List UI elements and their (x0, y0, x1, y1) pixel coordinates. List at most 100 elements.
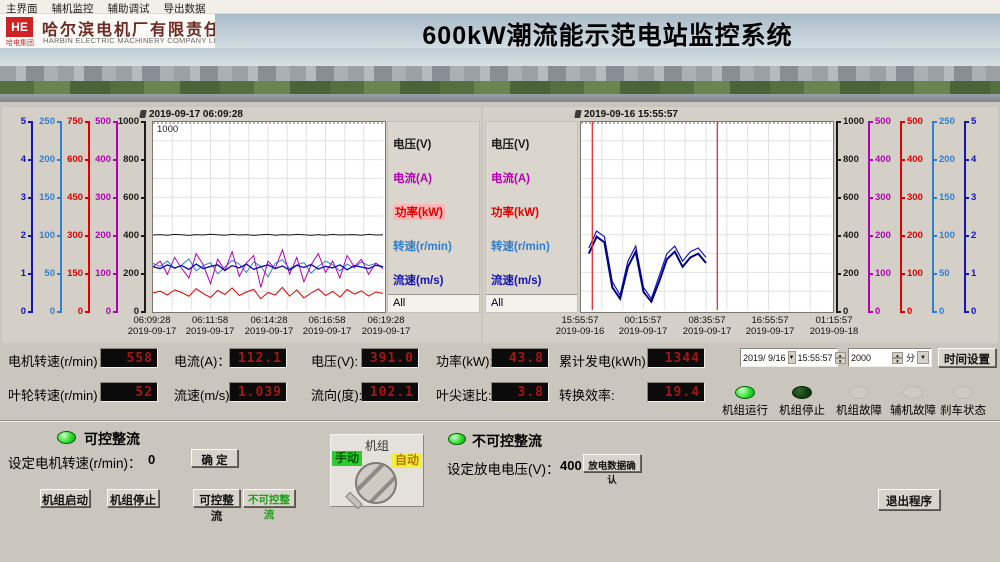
axis-tick-label: 0 (907, 306, 912, 317)
legend-item[interactable]: 电压(V) (393, 136, 431, 152)
readout-label: 电压(V): (311, 351, 358, 370)
chevron-down-icon[interactable]: ▼ (788, 351, 796, 364)
readout-label: 转换效率: (559, 385, 615, 404)
legend-all-button[interactable]: All (388, 294, 479, 312)
axis-tick-label: 0 (106, 306, 111, 317)
set-speed-value[interactable]: 0 (148, 452, 155, 467)
datetime-picker[interactable]: 2019/ 9/16 ▼ 15:55:57 ▲▼ (740, 348, 838, 367)
axis-tick-label: 200 (843, 268, 859, 279)
axis-tick-label: 250 (39, 116, 55, 127)
uncontrolled-rectifier-label: 不可控整流 (472, 431, 542, 451)
readout-label: 功率(kW): (436, 351, 493, 370)
axis-tick-label: 1000 (118, 116, 139, 127)
axis-tick-label: 500 (907, 116, 923, 127)
axis-tick (964, 197, 969, 199)
company-name-en: HARBIN ELECTRIC MACHINERY COMPANY LIMITE… (43, 36, 241, 45)
axis-tick (900, 311, 905, 313)
axis-tick-label: 600 (67, 154, 83, 165)
realtime-plot-area[interactable] (152, 121, 386, 313)
y-axis-rotation-speed: 250200150100500 (33, 121, 63, 313)
axis-tick-label: 300 (907, 192, 923, 203)
spin-down-icon[interactable]: ▼ (835, 358, 846, 364)
status-lamp-group: 机组停止 (779, 386, 825, 418)
legend-item[interactable]: 转速(r/min) (491, 238, 550, 254)
axis-tick-label: 200 (875, 230, 891, 241)
time-value[interactable]: 15:55:57 (798, 353, 833, 363)
controlled-rectifier-button[interactable]: 可控整流 (193, 489, 240, 507)
main-area: 2019-09-17 06:09:28 1000 电压(V)电流(A)功率(kW… (0, 102, 1000, 562)
legend-item[interactable]: 电压(V) (491, 136, 529, 152)
readout-led-display: 558 (100, 348, 158, 368)
status-lamp-group: 机组运行 (722, 386, 768, 418)
chart-cursor-timestamp: 2019-09-17 06:09:28 (140, 109, 243, 120)
axis-line (144, 121, 146, 313)
history-plot-area[interactable] (580, 121, 834, 313)
unit-mode-knob[interactable] (355, 462, 397, 504)
discharge-confirm-button[interactable]: 放电数据确认 (583, 454, 641, 472)
axis-tick-label: 100 (875, 268, 891, 279)
axis-tick (932, 121, 937, 123)
axis-tick-label: 5 (21, 116, 26, 127)
unit-start-button[interactable]: 机组启动 (40, 489, 90, 507)
legend-item[interactable]: 流速(m/s) (491, 272, 541, 288)
axis-tick-label: 100 (95, 268, 111, 279)
y-axis-rotation-speed: 250200150100500 (931, 121, 961, 313)
legend-item[interactable]: 转速(r/min) (393, 238, 452, 254)
readout-label: 流速(m/s): (174, 385, 233, 404)
axis-tick (836, 273, 841, 275)
legend-item[interactable]: 流速(m/s) (393, 272, 443, 288)
uncontrolled-rectifier-button[interactable]: 不可控整流 (243, 489, 295, 507)
axis-tick-label: 1 (971, 268, 976, 279)
time-spinner[interactable]: ▲▼ (835, 352, 846, 364)
section-divider (0, 420, 1000, 422)
history-trend-chart (581, 122, 831, 310)
legend-all-button[interactable]: All (486, 294, 577, 312)
axis-tick (868, 273, 873, 275)
interval-unit[interactable]: 分 (906, 351, 915, 364)
readout-led-display: 1.039 (229, 382, 287, 402)
legend-item[interactable]: 功率(kW) (491, 204, 539, 220)
axis-tick (868, 235, 873, 237)
y-axis-power: 5004003002001000 (899, 121, 929, 313)
chart-cursor-timestamp: 2019-09-16 15:55:57 (575, 109, 678, 120)
unit-stop-button[interactable]: 机组停止 (107, 489, 159, 507)
interval-picker[interactable]: 2000 ▲▼ 分 ▼ (848, 348, 932, 367)
y-axis-current: 5004003002001000 (89, 121, 119, 313)
company-logo-icon: HE (6, 17, 33, 37)
interval-spinner[interactable]: ▲▼ (892, 352, 903, 364)
spin-down-icon[interactable]: ▼ (892, 358, 903, 364)
time-set-button[interactable]: 时间设置 (938, 348, 996, 367)
axis-tick-label: 600 (123, 192, 139, 203)
axis-tick-label: 150 (39, 192, 55, 203)
date-value[interactable]: 2019/ 9/16 (743, 353, 786, 363)
status-lamp (735, 386, 755, 399)
axis-tick (900, 273, 905, 275)
status-lamp (849, 386, 869, 399)
axis-line (868, 121, 870, 313)
axis-tick-label: 0 (21, 306, 26, 317)
uncontrolled-rectifier-lamp (448, 433, 466, 445)
exit-program-button[interactable]: 退出程序 (878, 489, 940, 510)
axis-tick-label: 400 (843, 230, 859, 241)
axis-tick (868, 159, 873, 161)
legend-item[interactable]: 电流(A) (393, 170, 432, 186)
auto-mode-chip[interactable]: 自动 (392, 453, 422, 468)
axis-tick-label: 200 (123, 268, 139, 279)
confirm-button[interactable]: 确 定 (191, 449, 238, 467)
axis-tick (141, 311, 146, 313)
readout-led-display: 391.0 (361, 348, 419, 368)
axis-tick (141, 197, 146, 199)
set-discharge-value[interactable]: 400 (560, 458, 582, 473)
axis-tick-label: 600 (843, 192, 859, 203)
legend-item[interactable]: 电流(A) (491, 170, 530, 186)
axis-tick-label: 3 (21, 192, 26, 203)
status-lamp-group: 辅机故障 (890, 386, 936, 418)
legend-item[interactable]: 功率(kW) (393, 204, 445, 220)
chevron-down-icon[interactable]: ▼ (917, 351, 929, 364)
interval-value[interactable]: 2000 (851, 353, 871, 363)
status-lamp-label: 辅机故障 (890, 402, 936, 418)
axis-tick-label: 200 (939, 154, 955, 165)
axis-tick-label: 100 (39, 230, 55, 241)
menu-bar: 主界面辅机监控辅助调试导出数据 (0, 0, 1000, 14)
axis-tick (836, 121, 841, 123)
